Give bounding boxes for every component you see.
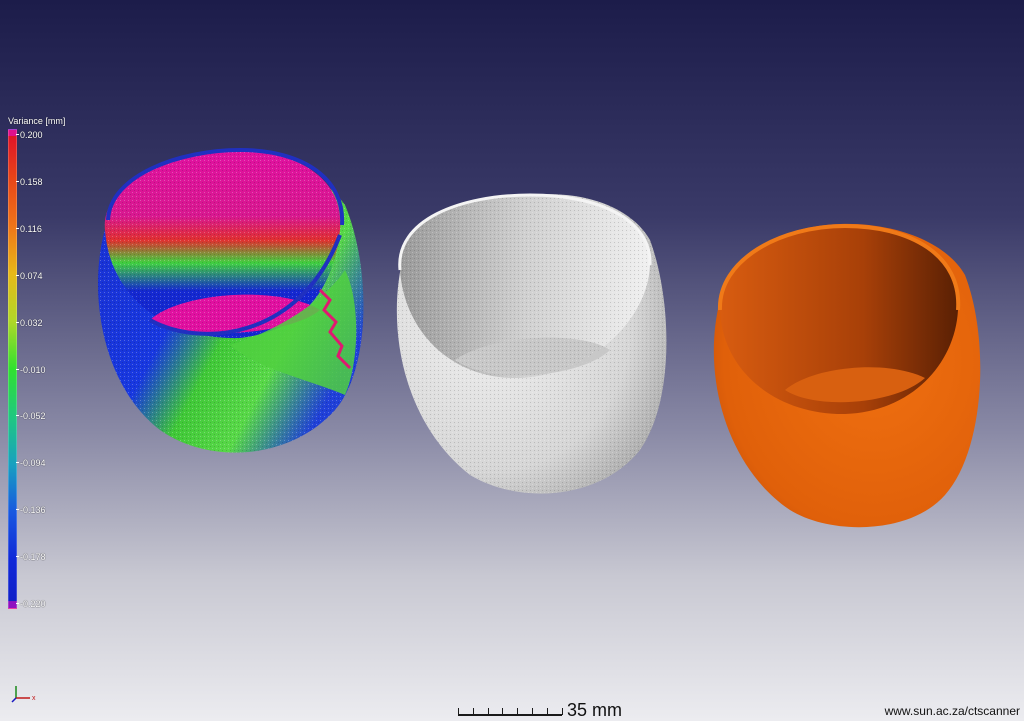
- legend-tick: [16, 274, 19, 276]
- scale-tick: [546, 708, 548, 715]
- legend-label: -0.178: [20, 552, 46, 563]
- legend-tick: [16, 227, 19, 229]
- legend-tick: [16, 134, 19, 135]
- scale-label: 35 mm: [567, 700, 623, 720]
- x-axis-label: x: [32, 695, 36, 702]
- legend-tick: [16, 368, 19, 370]
- legend-label: -0.010: [20, 364, 46, 375]
- scale-tick: [502, 708, 504, 715]
- variance-legend: Variance [mm] 0.200 0.158 0.116 0.074 0.032 -…: [0, 0, 120, 620]
- scale-bar: 35 mm: [456, 700, 636, 720]
- variance-heatmap-cup[interactable]: [97, 147, 364, 453]
- ct-scan-cup[interactable]: [396, 193, 667, 494]
- legend-tick: [16, 556, 19, 558]
- legend-tick: [16, 180, 19, 182]
- legend-tick: [16, 603, 19, 604]
- 3d-viewport[interactable]: [0, 0, 1024, 721]
- legend-label: 0.116: [20, 223, 42, 234]
- legend-label: 0.158: [20, 176, 43, 187]
- scene: [97, 147, 981, 528]
- legend-title: Variance [mm]: [8, 116, 66, 126]
- z-axis-line: [11, 697, 17, 703]
- cad-model-cup[interactable]: [713, 223, 981, 528]
- legend-label: 0.032: [20, 317, 43, 328]
- legend-label: -0.052: [20, 411, 46, 422]
- scale-tick: [532, 708, 533, 715]
- legend-tick: [16, 415, 19, 417]
- scale-tick: [458, 708, 459, 715]
- axis-triad: x: [10, 684, 40, 704]
- watermark-url: www.sun.ac.za/ctscanner: [884, 704, 1020, 718]
- scale-tick: [561, 708, 563, 715]
- legend-label: 0.074: [20, 270, 43, 281]
- scale-tick: [517, 708, 519, 715]
- legend-tick: [16, 321, 19, 323]
- scale-tick: [472, 708, 474, 715]
- legend-label: -0.136: [20, 505, 46, 516]
- legend-label: -0.094: [20, 458, 46, 469]
- legend-tick: [16, 462, 19, 464]
- legend-tick: [16, 509, 19, 511]
- scale-tick: [487, 708, 489, 715]
- legend-label: 0.200: [20, 130, 43, 140]
- legend-label: -0.220: [20, 599, 46, 609]
